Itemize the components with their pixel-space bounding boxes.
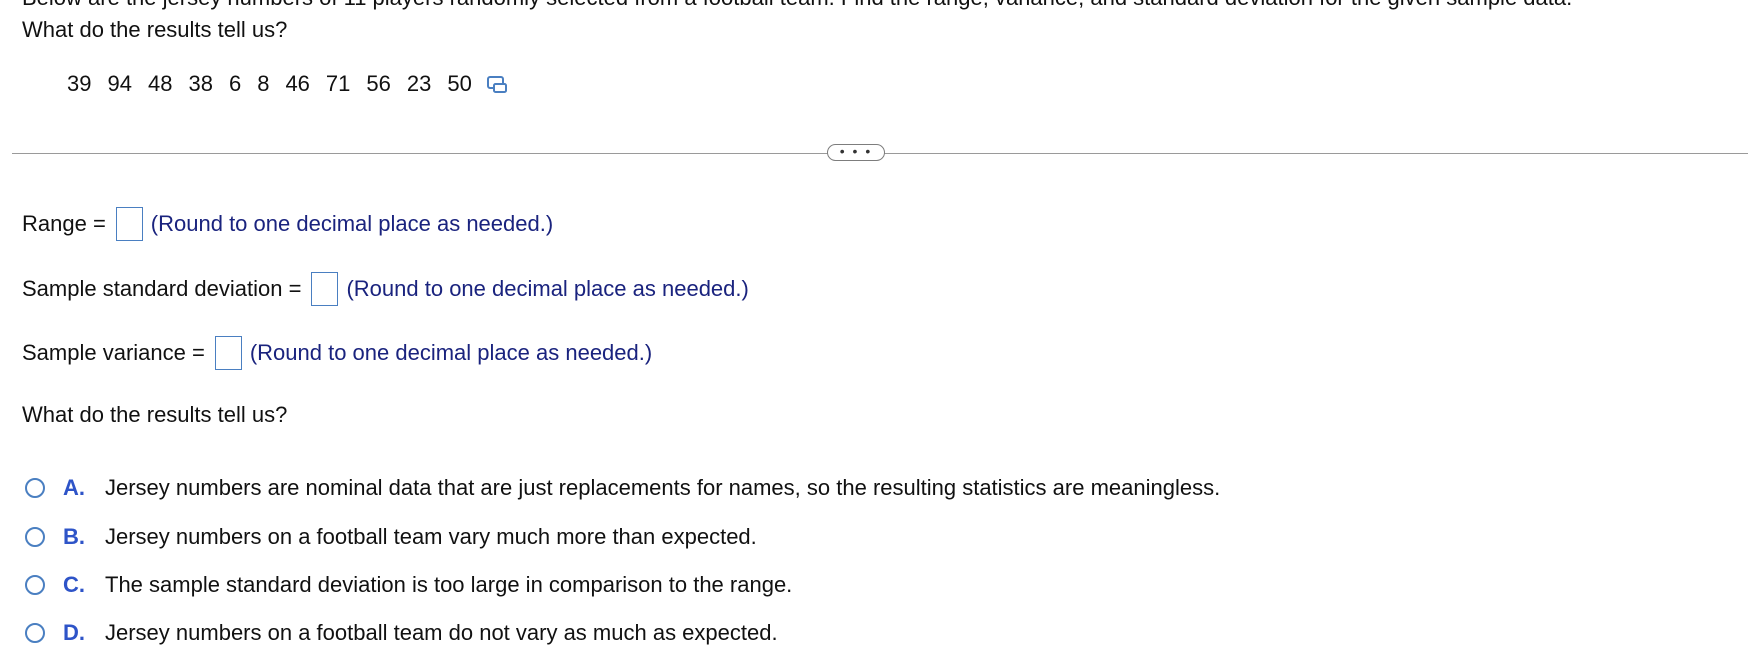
- option-letter: B.: [63, 524, 85, 549]
- results-question: What do the results tell us?: [22, 402, 288, 427]
- data-value: 50: [447, 71, 472, 96]
- option-text: Jersey numbers are nominal data that are…: [105, 475, 1221, 500]
- data-value: 48: [147, 71, 173, 96]
- radio-button[interactable]: [25, 478, 45, 498]
- option-letter: A.: [63, 475, 85, 500]
- variance-label: Sample variance =: [22, 340, 205, 365]
- option-a[interactable]: A. Jersey numbers are nominal data that …: [25, 475, 1220, 501]
- data-value: 8: [257, 71, 270, 96]
- range-hint: (Round to one decimal place as needed.): [150, 211, 554, 236]
- std-dev-input[interactable]: [311, 272, 339, 306]
- radio-button[interactable]: [25, 623, 45, 643]
- option-text: Jersey numbers on a football team vary m…: [105, 524, 757, 549]
- range-field-row: Range = (Round to one decimal place as n…: [22, 207, 553, 241]
- data-value: 94: [107, 71, 132, 96]
- data-value: 6: [228, 71, 242, 96]
- data-value: 56: [366, 71, 391, 96]
- option-c[interactable]: C. The sample standard deviation is too …: [25, 572, 792, 598]
- question-intro: Below are the jersey numbers of 11 playe…: [22, 0, 1572, 11]
- variance-field-row: Sample variance = (Round to one decimal …: [22, 336, 652, 370]
- copy-data-icon[interactable]: [486, 73, 508, 95]
- option-letter: C.: [63, 572, 85, 597]
- std-dev-hint: (Round to one decimal place as needed.): [346, 276, 749, 301]
- data-value: 71: [325, 71, 351, 96]
- option-letter: D.: [63, 620, 85, 645]
- radio-button[interactable]: [25, 575, 45, 595]
- question-prompt: What do the results tell us?: [22, 17, 288, 42]
- data-value: 38: [188, 71, 213, 96]
- data-value: 39: [67, 71, 92, 96]
- expand-button[interactable]: • • •: [827, 144, 885, 161]
- data-values-row: 39 94 48 38 6 8 46 71 56 23 50: [67, 71, 508, 97]
- variance-hint: (Round to one decimal place as needed.): [249, 340, 653, 365]
- std-dev-label: Sample standard deviation =: [22, 276, 302, 301]
- data-value: 23: [406, 71, 432, 96]
- option-d[interactable]: D. Jersey numbers on a football team do …: [25, 620, 778, 646]
- option-b[interactable]: B. Jersey numbers on a football team var…: [25, 524, 757, 550]
- radio-button[interactable]: [25, 527, 45, 547]
- std-dev-field-row: Sample standard deviation = (Round to on…: [22, 272, 749, 306]
- option-text: Jersey numbers on a football team do not…: [105, 620, 778, 645]
- option-text: The sample standard deviation is too lar…: [105, 572, 793, 597]
- data-value: 46: [285, 71, 310, 96]
- range-label: Range =: [22, 211, 106, 236]
- variance-input[interactable]: [214, 336, 242, 370]
- range-input[interactable]: [115, 207, 143, 241]
